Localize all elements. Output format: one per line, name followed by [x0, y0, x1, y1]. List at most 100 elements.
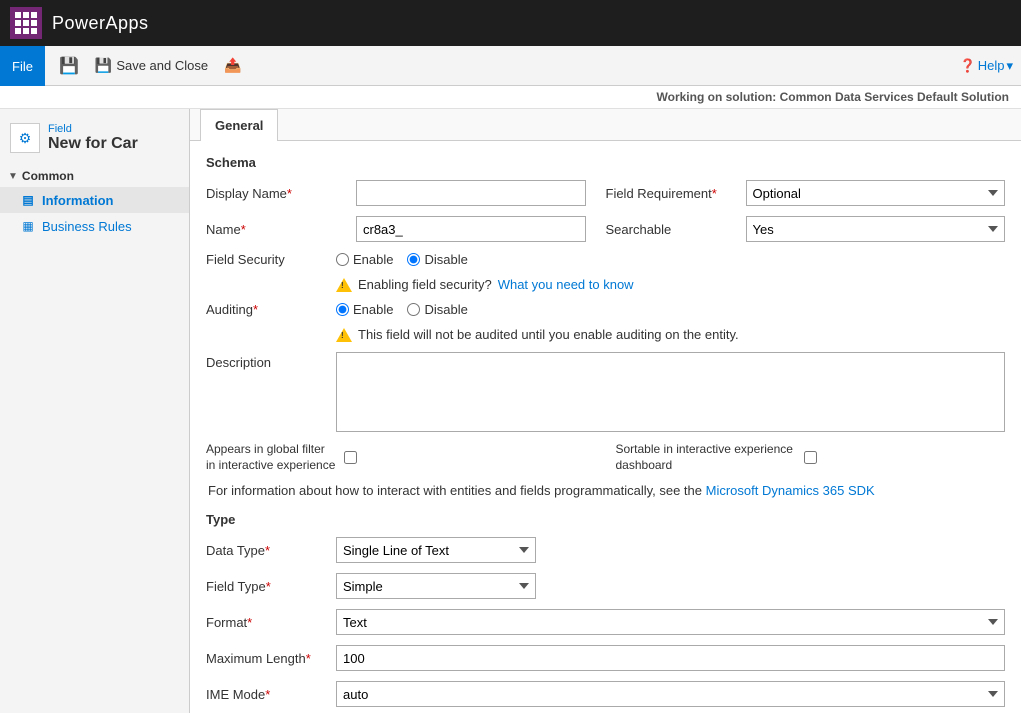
display-name-row: Display Name* Field Requirement* Optiona…	[206, 180, 1005, 206]
save-icon: 💾	[59, 56, 79, 76]
max-length-star: *	[306, 651, 311, 666]
ime-mode-select[interactable]: auto active inactive disabled	[336, 681, 1005, 707]
name-star: *	[241, 222, 246, 237]
sidebar-common-header[interactable]: ▼ Common	[0, 163, 189, 187]
tab-general[interactable]: General	[200, 109, 278, 141]
business-rules-icon: ▦	[20, 218, 36, 234]
name-input[interactable]	[356, 216, 586, 242]
field-requirement-select[interactable]: Optional Business Recommended Business R…	[746, 180, 1006, 206]
sortable-col: Sortable in interactive experience dashb…	[596, 442, 1006, 473]
max-length-input[interactable]	[336, 645, 1005, 671]
save-icon-button[interactable]: 💾	[53, 53, 85, 79]
data-type-label: Data Type*	[206, 543, 336, 558]
searchable-select[interactable]: Yes No	[746, 216, 1006, 242]
field-security-warning-text: Enabling field security?	[358, 277, 492, 292]
field-security-disable-input[interactable]	[407, 253, 420, 266]
global-filter-checkbox[interactable]	[344, 451, 357, 464]
help-button[interactable]: ❓ Help ▾	[960, 58, 1013, 74]
global-filter-row: Appears in global filter in interactive …	[206, 442, 1005, 473]
sidebar-item-information[interactable]: ▤ Information	[0, 187, 189, 213]
entity-header: ⚙ Field New for Car	[0, 119, 189, 163]
field-security-disable-radio[interactable]: Disable	[407, 252, 467, 267]
solution-banner: Working on solution: Common Data Service…	[0, 86, 1021, 109]
sortable-checkbox[interactable]	[804, 451, 817, 464]
auditing-disable-input[interactable]	[407, 303, 420, 316]
publish-icon: 📤	[224, 57, 241, 74]
format-select[interactable]: Text Email Text Area URL Ticker Symbol P…	[336, 609, 1005, 635]
chevron-icon: ▼	[8, 171, 18, 182]
global-filter-label: Appears in global filter in interactive …	[206, 442, 336, 473]
field-security-enable-input[interactable]	[336, 253, 349, 266]
save-close-button[interactable]: 💾 Save and Close	[89, 54, 214, 77]
field-security-row: Field Security Enable Disable	[206, 252, 1005, 267]
entity-link-label[interactable]: Field	[48, 123, 138, 135]
information-icon: ▤	[20, 192, 36, 208]
auditing-warning-icon: !	[336, 328, 352, 342]
display-name-label: Display Name*	[206, 186, 356, 201]
auditing-note-row: ! This field will not be audited until y…	[206, 327, 1005, 342]
field-security-link[interactable]: What you need to know	[498, 277, 634, 292]
description-textarea[interactable]	[336, 352, 1005, 432]
solution-banner-text: Working on solution: Common Data Service…	[657, 90, 1009, 104]
field-security-enable-radio[interactable]: Enable	[336, 252, 393, 267]
entity-title: New for Car	[48, 135, 138, 153]
display-name-col: Display Name*	[206, 180, 606, 206]
field-type-row: Field Type* Simple Calculated Rollup	[206, 573, 1005, 599]
top-bar: PowerApps	[0, 0, 1021, 46]
max-length-input-wrap	[336, 645, 1005, 671]
help-circle-icon: ❓	[960, 58, 976, 74]
format-star: *	[247, 615, 252, 630]
business-rules-label: Business Rules	[42, 219, 132, 234]
display-name-star: *	[287, 186, 292, 201]
type-section-title: Type	[206, 512, 1005, 527]
auditing-enable-input[interactable]	[336, 303, 349, 316]
save-close-label: Save and Close	[116, 58, 208, 73]
data-type-star: *	[265, 543, 270, 558]
field-req-star: *	[712, 186, 717, 201]
sdk-link[interactable]: Microsoft Dynamics 365 SDK	[706, 483, 875, 498]
max-length-label: Maximum Length*	[206, 651, 336, 666]
waffle-button[interactable]	[10, 7, 42, 39]
max-length-row: Maximum Length*	[206, 645, 1005, 671]
schema-title: Schema	[206, 155, 1005, 170]
format-select-wrap: Text Email Text Area URL Ticker Symbol P…	[336, 609, 1005, 635]
data-type-select-wrap: Single Line of Text Multiple Lines of Te…	[336, 537, 536, 563]
content-area: General Schema Display Name* Field Requi…	[190, 109, 1021, 713]
ime-mode-select-wrap: auto active inactive disabled	[336, 681, 1005, 707]
sidebar-item-business-rules[interactable]: ▦ Business Rules	[0, 213, 189, 239]
description-row: Description	[206, 352, 1005, 432]
save-icon2: 💾	[95, 57, 112, 74]
information-label: Information	[42, 193, 114, 208]
help-chevron-icon: ▾	[1006, 58, 1013, 74]
name-label: Name*	[206, 222, 356, 237]
main-layout: ⚙ Field New for Car ▼ Common ▤ Informati…	[0, 109, 1021, 713]
tab-bar: General	[190, 109, 1021, 141]
data-type-select[interactable]: Single Line of Text Multiple Lines of Te…	[336, 537, 536, 563]
ime-mode-row: IME Mode* auto active inactive disabled	[206, 681, 1005, 707]
field-security-radios: Enable Disable	[336, 252, 468, 267]
auditing-row: Auditing* Enable Disable	[206, 302, 1005, 317]
field-type-label: Field Type*	[206, 579, 336, 594]
data-type-row: Data Type* Single Line of Text Multiple …	[206, 537, 1005, 563]
searchable-col: Searchable Yes No	[606, 216, 1006, 242]
searchable-select-wrap: Yes No	[746, 216, 1006, 242]
sdk-note: For information about how to interact wi…	[206, 483, 1005, 498]
format-label: Format*	[206, 615, 336, 630]
field-requirement-col: Field Requirement* Optional Business Rec…	[606, 180, 1006, 206]
auditing-note-text: This field will not be audited until you…	[358, 327, 739, 342]
auditing-star: *	[253, 302, 258, 317]
format-row: Format* Text Email Text Area URL Ticker …	[206, 609, 1005, 635]
auditing-enable-radio[interactable]: Enable	[336, 302, 393, 317]
auditing-disable-radio[interactable]: Disable	[407, 302, 467, 317]
file-button[interactable]: File	[0, 46, 45, 86]
sidebar: ⚙ Field New for Car ▼ Common ▤ Informati…	[0, 109, 190, 713]
field-type-select[interactable]: Simple Calculated Rollup	[336, 573, 536, 599]
ime-mode-star: *	[265, 687, 270, 702]
publish-button[interactable]: 📤	[218, 54, 247, 77]
display-name-input[interactable]	[356, 180, 586, 206]
app-title: PowerApps	[52, 13, 149, 34]
help-label: Help	[978, 58, 1005, 73]
waffle-icon	[15, 12, 37, 34]
description-label: Description	[206, 352, 336, 432]
form-content: Schema Display Name* Field Requirement* …	[190, 141, 1021, 713]
